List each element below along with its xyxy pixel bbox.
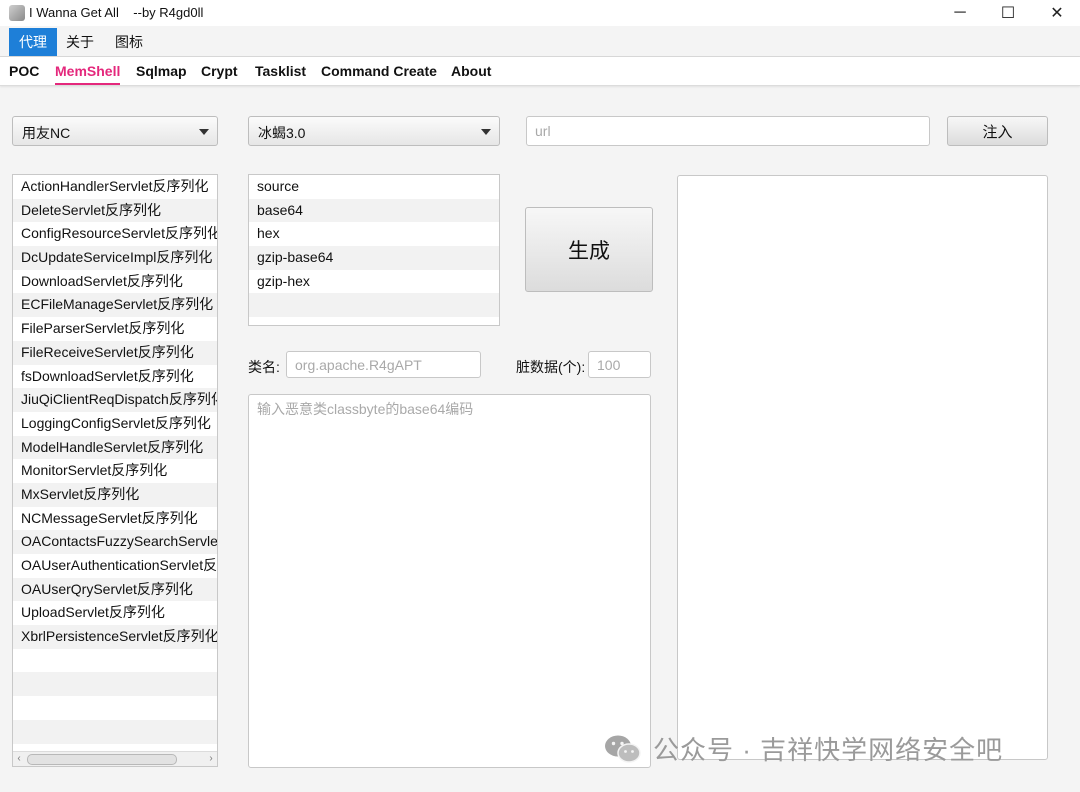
list-item[interactable]: gzip-base64 <box>249 246 499 270</box>
dirty-data-input[interactable] <box>588 351 651 378</box>
tab-sqlmap[interactable]: Sqlmap <box>136 57 187 85</box>
menu-bar: 代理 关于 图标 <box>0 28 1080 57</box>
classname-input[interactable] <box>286 351 481 378</box>
tab-memshell[interactable]: MemShell <box>55 57 121 85</box>
tab-command-create[interactable]: Command Create <box>321 57 437 85</box>
url-input[interactable] <box>526 116 930 146</box>
chevron-down-icon <box>481 129 491 135</box>
horizontal-scrollbar[interactable]: ‹ › <box>13 751 217 766</box>
list-item[interactable]: DownloadServlet反序列化 <box>13 270 217 294</box>
tool-select[interactable]: 冰蝎3.0 <box>248 116 500 146</box>
app-icon <box>9 5 25 21</box>
vuln-list[interactable]: ActionHandlerServlet反序列化 DeleteServlet反序列… <box>12 174 218 767</box>
menu-item-proxy[interactable]: 代理 <box>9 28 57 56</box>
list-item[interactable]: XbrlPersistenceServlet反序列化 <box>13 625 217 649</box>
list-item[interactable] <box>13 672 217 697</box>
list-item[interactable]: NCMessageServlet反序列化 <box>13 507 217 531</box>
list-item[interactable]: ModelHandleServlet反序列化 <box>13 435 217 460</box>
list-item[interactable]: source <box>249 175 499 199</box>
generate-button[interactable]: 生成 <box>525 207 653 292</box>
tab-bar: POC MemShell Sqlmap Crypt Tasklist Comma… <box>0 57 1080 86</box>
inject-button[interactable]: 注入 <box>947 116 1048 146</box>
classbyte-textarea[interactable] <box>248 394 651 768</box>
chevron-down-icon <box>199 129 209 135</box>
classname-label: 类名: <box>248 359 280 375</box>
list-item[interactable]: FileReceiveServlet反序列化 <box>13 340 217 365</box>
tab-tasklist[interactable]: Tasklist <box>255 57 306 85</box>
list-item[interactable]: JiuQiClientReqDispatch反序列化 <box>13 388 217 412</box>
scroll-left-icon[interactable]: ‹ <box>13 752 25 766</box>
list-item[interactable]: FileParserServlet反序列化 <box>13 317 217 341</box>
dirty-data-label: 脏数据(个): <box>516 359 586 375</box>
close-button[interactable]: ✕ <box>1032 0 1080 26</box>
list-item[interactable] <box>13 649 217 673</box>
list-item[interactable]: ECFileManageServlet反序列化 <box>13 293 217 318</box>
target-select-value: 用友NC <box>22 125 71 141</box>
list-item[interactable]: UploadServlet反序列化 <box>13 601 217 625</box>
list-item[interactable]: gzip-hex <box>249 270 499 294</box>
list-item[interactable] <box>13 696 217 720</box>
tool-select-value: 冰蝎3.0 <box>258 125 306 141</box>
minimize-button[interactable]: ─ <box>935 0 985 26</box>
tab-about[interactable]: About <box>451 57 491 85</box>
list-item[interactable]: base64 <box>249 198 499 223</box>
list-item[interactable]: DcUpdateServiceImpl反序列化 <box>13 246 217 270</box>
list-item[interactable] <box>249 293 499 318</box>
list-item[interactable]: ConfigResourceServlet反序列化 <box>13 222 217 246</box>
wechat-icon <box>605 735 641 763</box>
list-item[interactable]: DeleteServlet反序列化 <box>13 198 217 223</box>
window-title: I Wanna Get All --by R4gd0ll <box>29 5 204 20</box>
watermark: 公众号 · 吉祥快学网络安全吧 <box>603 730 1003 767</box>
scroll-right-icon[interactable]: › <box>205 752 217 766</box>
list-item[interactable]: LoggingConfigServlet反序列化 <box>13 412 217 436</box>
list-item[interactable]: MonitorServlet反序列化 <box>13 459 217 483</box>
watermark-text: 公众号 · 吉祥快学网络安全吧 <box>653 735 1004 765</box>
list-item[interactable]: ActionHandlerServlet反序列化 <box>13 175 217 199</box>
menu-item-about[interactable]: 关于 <box>56 28 104 56</box>
list-item[interactable]: hex <box>249 222 499 246</box>
menu-item-icon[interactable]: 图标 <box>105 28 153 56</box>
encoding-list[interactable]: source base64 hex gzip-base64 gzip-hex <box>248 174 500 326</box>
target-select[interactable]: 用友NC <box>12 116 218 146</box>
list-item[interactable]: OAUserAuthenticationServlet反序列化 <box>13 554 217 578</box>
list-item[interactable]: MxServlet反序列化 <box>13 482 217 507</box>
list-item[interactable] <box>13 719 217 744</box>
title-bar: I Wanna Get All --by R4gd0ll ─ ☐ ✕ <box>0 0 1080 26</box>
list-item[interactable]: OAUserQryServlet反序列化 <box>13 577 217 602</box>
tab-poc[interactable]: POC <box>9 57 39 85</box>
scrollbar-thumb[interactable] <box>27 754 177 765</box>
maximize-button[interactable]: ☐ <box>983 0 1033 26</box>
tab-crypt[interactable]: Crypt <box>201 57 238 85</box>
list-item[interactable]: OAContactsFuzzySearchServlet反序列化 <box>13 530 217 554</box>
list-item[interactable]: fsDownloadServlet反序列化 <box>13 365 217 389</box>
output-textarea[interactable] <box>677 175 1048 760</box>
